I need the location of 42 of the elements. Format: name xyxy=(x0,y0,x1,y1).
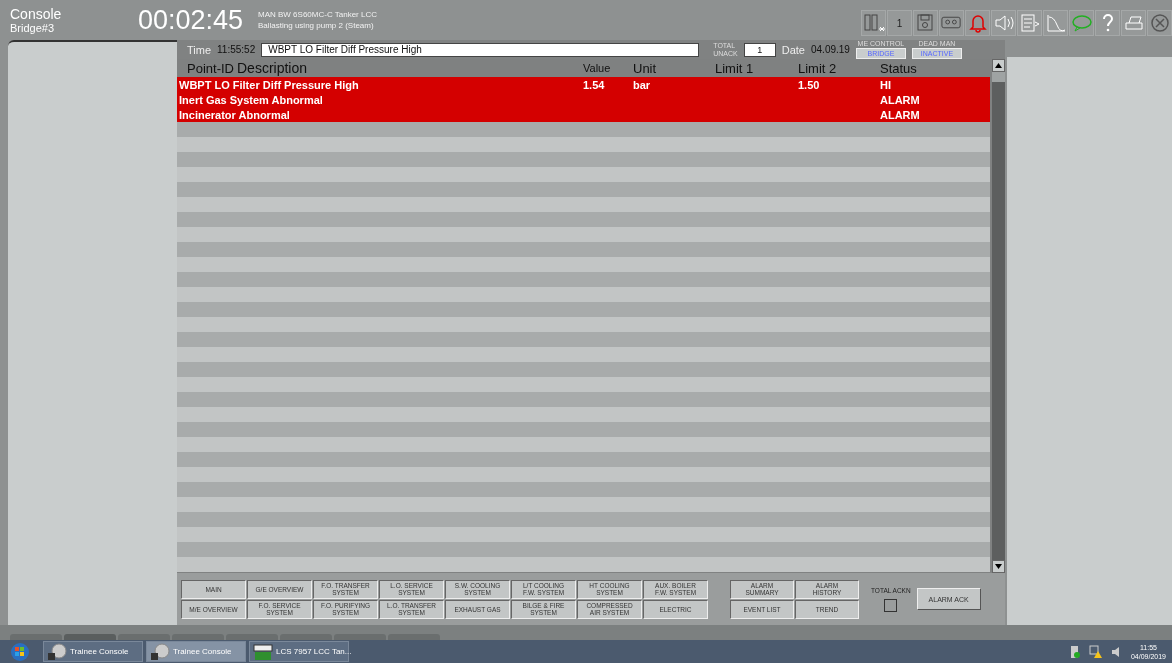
checklist-icon[interactable] xyxy=(1017,10,1042,36)
alarm-row[interactable]: WBPT LO Filter Diff Pressure High 1.54 bar 1.50 HI xyxy=(177,77,990,92)
cassette-icon[interactable] xyxy=(939,10,964,36)
model-label: MAN BW 6S60MC-C Tanker LCC xyxy=(258,10,377,19)
help-icon[interactable] xyxy=(1095,10,1120,36)
panel-icon[interactable] xyxy=(861,10,886,36)
alarm-row[interactable]: Inert Gas System Abnormal ALARM xyxy=(177,92,990,107)
column-header: Limit 2 xyxy=(798,60,838,76)
total-ackn-checkbox[interactable] xyxy=(884,598,898,612)
date-label: Date xyxy=(781,43,805,56)
column-header: Limit 1 xyxy=(715,60,755,76)
printer-icon[interactable] xyxy=(1121,10,1146,36)
scenario-label: Ballasting using pump 2 (Steam) xyxy=(258,21,375,30)
column-header: Value xyxy=(583,62,612,74)
console-label: Console xyxy=(10,6,63,22)
time-label: Time xyxy=(187,43,212,56)
windows-logo xyxy=(9,641,31,662)
taskbar-item[interactable]: Trainee Console xyxy=(43,641,143,662)
gauge-icon xyxy=(149,642,171,661)
battery-icon xyxy=(1068,644,1081,659)
column-header: Description xyxy=(237,60,309,76)
alarm-time: 11:55:52 xyxy=(217,44,256,55)
bell-icon[interactable] xyxy=(965,10,990,36)
alarm-date: 04.09.19 xyxy=(811,44,850,55)
column-header: Point-ID xyxy=(186,60,235,76)
alarm-row[interactable]: Incinerator Abnormal ALARM xyxy=(177,107,990,122)
engine-icon xyxy=(252,642,274,661)
elapsed-timer: 00:02:45 xyxy=(138,4,245,36)
speaker-icon[interactable] xyxy=(991,10,1016,36)
column-header: Status xyxy=(880,60,918,76)
alarm-message-field: WBPT LO Filter Diff Pressure High xyxy=(261,42,700,57)
curve-icon[interactable] xyxy=(1043,10,1068,36)
gauge-icon xyxy=(46,642,68,661)
scroll-up-icon[interactable] xyxy=(992,59,1005,72)
station-label: Bridge#3 xyxy=(10,21,56,34)
column-header: Unit xyxy=(633,60,658,76)
taskbar-item[interactable]: LCS 7957 LCC Tan... xyxy=(249,641,349,662)
scroll-down-icon[interactable] xyxy=(992,560,1005,573)
unack-count-field: 1 xyxy=(743,42,776,57)
display-button[interactable]: 1 xyxy=(887,10,912,36)
close-icon[interactable] xyxy=(1147,10,1172,36)
network-warning-icon xyxy=(1088,644,1103,659)
